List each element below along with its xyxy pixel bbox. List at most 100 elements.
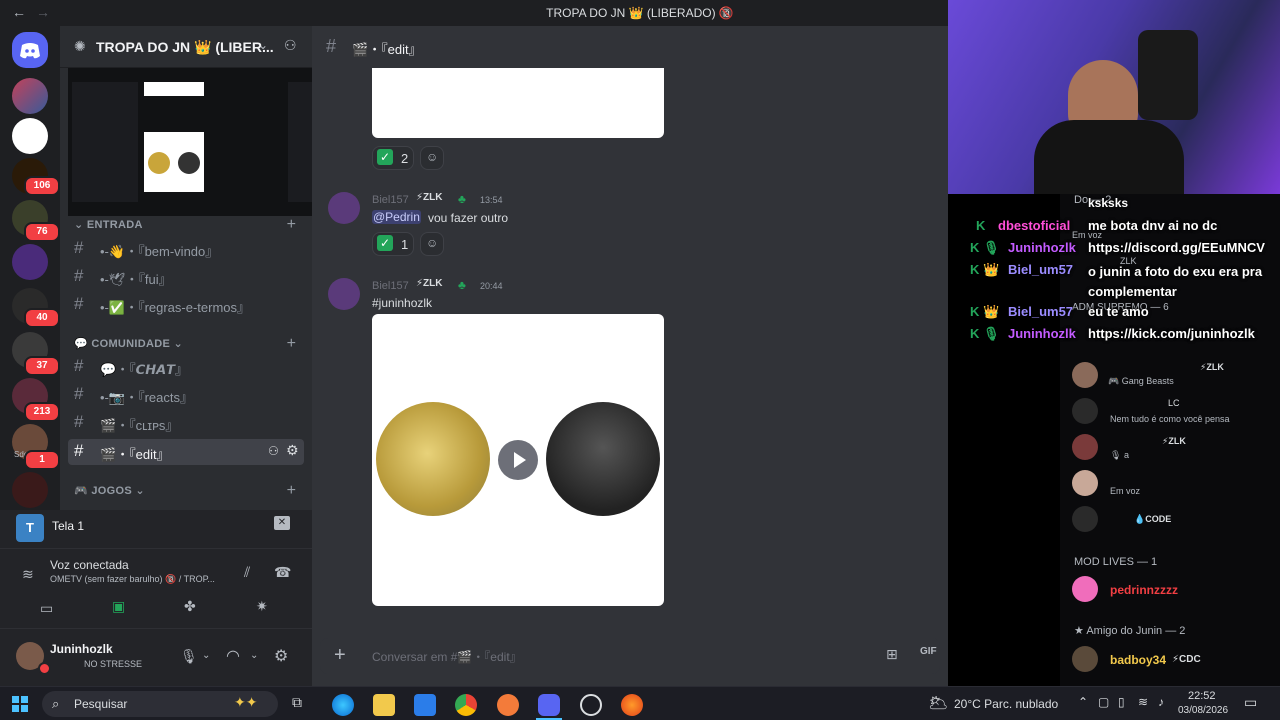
add-channel-icon[interactable]: +	[287, 335, 296, 353]
gear-icon[interactable]: ⚙	[286, 442, 299, 459]
message-author[interactable]: Biel157	[372, 280, 409, 292]
screen-share-icon[interactable]: ▣	[112, 598, 125, 615]
file-explorer-icon[interactable]	[373, 694, 395, 716]
channel-bem-vindo[interactable]: # •-👋・『bem-vindo』	[68, 236, 304, 262]
wifi-icon[interactable]: ≋	[1138, 695, 1148, 709]
server-avatar[interactable]	[12, 78, 48, 114]
category-jogos[interactable]: 🎮 JOGOS ⌄	[74, 484, 145, 497]
play-button[interactable]	[498, 440, 538, 480]
server-boost-icon: ✺	[74, 38, 86, 54]
channel-edit[interactable]: # 🎬・『edit』 ⚇ ⚙	[68, 439, 304, 465]
avatar[interactable]	[1072, 506, 1098, 532]
close-stream-icon[interactable]: ✕	[274, 516, 290, 530]
gif-icon[interactable]: GIF	[920, 646, 937, 657]
message-author[interactable]: Biel157	[372, 194, 409, 206]
microphone-icon[interactable]: 🎙	[180, 648, 198, 665]
chrome-icon[interactable]	[455, 694, 477, 716]
reaction-checkmark[interactable]: ✓ 2	[372, 146, 414, 170]
signal-icon[interactable]: ≋	[22, 566, 34, 583]
chevron-up-icon[interactable]: ⌃	[1078, 695, 1088, 709]
task-view-icon[interactable]: ⧉	[292, 694, 302, 711]
stream-preview[interactable]	[68, 68, 332, 216]
channel-chat[interactable]: # 💬・『𝘾𝙃𝘼𝙏』	[68, 354, 304, 380]
voice-status[interactable]: Voz conectada	[50, 558, 129, 572]
avatar[interactable]	[1072, 646, 1098, 672]
category-entrada[interactable]: ⌄ ENTRADA	[74, 218, 143, 231]
chevron-down-icon[interactable]: ⌄	[202, 650, 210, 661]
gift-icon[interactable]: ⊞	[886, 646, 898, 663]
mention[interactable]: @Pedrin	[372, 210, 421, 224]
discord-taskbar-icon[interactable]	[538, 694, 560, 716]
obs-icon[interactable]	[580, 694, 602, 716]
title-bar: ← →	[0, 0, 948, 26]
avatar[interactable]	[1072, 470, 1098, 496]
hash-icon: #	[326, 36, 337, 56]
back-arrow-icon[interactable]: ←	[12, 4, 26, 20]
tray-icon[interactable]: ▯	[1118, 695, 1125, 709]
store-icon[interactable]	[414, 694, 436, 716]
category-label: JOGOS	[91, 485, 132, 497]
headphones-icon[interactable]: ◠	[226, 646, 240, 666]
tray-icon[interactable]: ▢	[1098, 695, 1109, 709]
add-attachment-icon[interactable]: +	[334, 644, 346, 667]
copilot-icon[interactable]: ✦✦	[234, 694, 257, 711]
voice-detail[interactable]: OMETV (sem fazer barulho) 🔞 / TROP...	[50, 574, 215, 585]
activities-icon[interactable]: ✤	[184, 598, 196, 615]
clock-time[interactable]: 22:52	[1188, 690, 1216, 702]
chat-message: me bota dnv ai no dc	[1088, 218, 1218, 233]
role-tag: ⚡ZLK	[1200, 362, 1224, 372]
channel-label: •-🕊・『fui』	[100, 272, 172, 287]
member-header: ★ Amigo do Junin — 2	[1074, 625, 1186, 637]
forward-arrow-icon[interactable]: →	[36, 4, 50, 20]
gear-icon[interactable]: ⚙	[274, 646, 288, 666]
category-comunidade[interactable]: 💬 COMUNIDADE ⌄	[74, 337, 183, 350]
edge-icon[interactable]	[332, 694, 354, 716]
clock-date[interactable]: 03/08/2026	[1178, 705, 1228, 716]
weather-text[interactable]: 20°C Parc. nublado	[954, 697, 1058, 711]
message-composer[interactable]: + Conversar em #🎬・『edit』 ⊞ GIF	[320, 638, 940, 674]
add-member-icon[interactable]: ⚇	[284, 37, 297, 54]
avatar[interactable]	[328, 192, 360, 224]
channel-clips[interactable]: # 🎬・『ᴄʟɪᴘs』	[68, 410, 304, 436]
avatar[interactable]	[1072, 398, 1098, 424]
member-activity: 🎮 Gang Beasts	[1108, 376, 1174, 386]
channel-title: 🎬・『edit』	[352, 42, 422, 57]
member-name[interactable]: badboy34	[1110, 653, 1166, 667]
server-avatar[interactable]	[12, 244, 48, 280]
member-name[interactable]: pedrinnzzzz	[1110, 583, 1178, 597]
server-avatar[interactable]	[12, 118, 48, 154]
server-header[interactable]: ✺ TROPA DO JN 👑 (LIBER... ⌄ ⚇	[60, 26, 312, 68]
app-icon[interactable]	[497, 694, 519, 716]
message-image[interactable]	[372, 314, 664, 606]
taskbar: ⌕ Pesquisar ✦✦ ⧉ 🌥 20°C Parc. nublado ⌃ …	[0, 686, 1280, 720]
channel-regras[interactable]: # •-✅・『regras-e-termos』	[68, 292, 304, 318]
add-reaction-button[interactable]: ☺	[420, 232, 444, 256]
avatar[interactable]	[328, 278, 360, 310]
noise-suppression-icon[interactable]: ⫽	[244, 564, 250, 581]
chevron-down-icon[interactable]: ⌄	[250, 650, 258, 661]
search-box[interactable]: ⌕ Pesquisar ✦✦	[42, 691, 278, 717]
user-status[interactable]: NO STRESSE	[84, 659, 142, 669]
channel-fui[interactable]: # •-🕊・『fui』	[68, 264, 304, 290]
windows-start-icon[interactable]	[12, 696, 28, 712]
add-channel-icon[interactable]: +	[287, 482, 296, 500]
camera-off-icon[interactable]: ▭	[40, 600, 53, 617]
add-reaction-button[interactable]: ☺	[420, 146, 444, 170]
disconnect-icon[interactable]: ☎	[274, 564, 291, 581]
invite-icon[interactable]: ⚇	[268, 444, 279, 458]
avatar[interactable]	[1072, 576, 1098, 602]
channel-reacts[interactable]: # •-📷・『reacts』	[68, 382, 304, 408]
volume-icon[interactable]: ♪	[1158, 695, 1164, 709]
add-channel-icon[interactable]: +	[287, 216, 296, 234]
user-name[interactable]: Juninhozlk	[50, 642, 113, 656]
avatar[interactable]	[1072, 362, 1098, 388]
message-image[interactable]	[372, 68, 664, 138]
firefox-icon[interactable]	[621, 694, 643, 716]
soundboard-icon[interactable]: ✷	[256, 598, 268, 615]
unread-badge: 106	[24, 176, 60, 196]
server-avatar[interactable]	[12, 472, 48, 508]
discord-home-icon[interactable]	[12, 32, 48, 68]
notifications-icon[interactable]: ▭	[1244, 694, 1257, 711]
avatar[interactable]	[1072, 434, 1098, 460]
reaction-checkmark[interactable]: ✓ 1	[372, 232, 414, 256]
